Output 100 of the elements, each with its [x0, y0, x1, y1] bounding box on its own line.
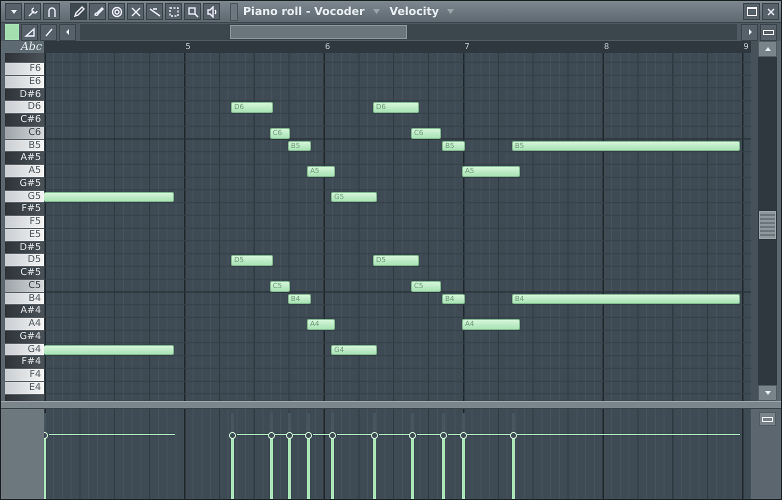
bar-number: 9 — [744, 41, 749, 52]
piano-key[interactable]: F4 — [5, 369, 44, 382]
circle-icon — [110, 6, 122, 18]
window-title[interactable]: Piano roll - Vocoder — [243, 5, 365, 18]
piano-key[interactable]: G4 — [5, 344, 44, 356]
speaker-icon — [206, 6, 218, 18]
piano-key[interactable]: A5 — [5, 165, 44, 178]
piano-key[interactable]: A#5 — [5, 152, 44, 165]
scrollbar-thumb[interactable] — [759, 211, 776, 239]
close-button[interactable] — [762, 3, 779, 20]
up-arrow-icon — [764, 46, 770, 52]
piano-key[interactable]: D#5 — [5, 242, 44, 254]
maximize-button[interactable] — [743, 3, 760, 20]
bar-number: 8 — [604, 41, 610, 52]
velocity-handle[interactable] — [460, 432, 467, 439]
horizontal-scrollbar[interactable] — [80, 24, 737, 40]
scroll-left-button[interactable] — [59, 24, 76, 40]
mute-icon — [130, 6, 142, 18]
triangle-button[interactable] — [21, 24, 38, 40]
pen-button[interactable] — [40, 24, 57, 40]
magnet-icon — [46, 6, 58, 18]
close-icon — [764, 6, 776, 18]
piano-key[interactable]: F#5 — [5, 203, 44, 216]
piano-key[interactable]: E6 — [5, 76, 44, 88]
bar-number: 6 — [325, 41, 330, 52]
brush-icon — [92, 6, 104, 18]
tool-button[interactable] — [165, 3, 182, 20]
piano-key[interactable]: D5 — [5, 254, 44, 267]
piano-key[interactable]: G#5 — [5, 178, 44, 190]
scroll-down-button[interactable] — [758, 385, 777, 401]
velocity-line — [448, 434, 462, 436]
panel-splitter[interactable] — [1, 401, 781, 409]
note[interactable] — [44, 192, 174, 202]
tool-button[interactable] — [89, 3, 106, 20]
piano-key[interactable]: C5 — [5, 280, 44, 292]
velocity-handle[interactable] — [440, 432, 448, 439]
velocity-line — [378, 434, 412, 436]
pencil-icon — [72, 6, 84, 18]
velocity-panel[interactable] — [44, 409, 751, 499]
piano-key[interactable]: G#4 — [5, 330, 44, 344]
bar-icon — [763, 30, 774, 34]
piano-key[interactable]: F6 — [5, 63, 44, 76]
bar-number: 5 — [186, 41, 191, 52]
piano-key[interactable]: E4 — [5, 382, 44, 394]
piano-key[interactable]: C#6 — [5, 114, 44, 127]
magnet-button[interactable] — [43, 3, 60, 20]
piano-key[interactable]: F5 — [5, 216, 44, 229]
zoom-button[interactable] — [758, 412, 776, 426]
tool-button[interactable] — [203, 3, 220, 20]
maximize-icon — [746, 7, 756, 16]
zoom-icon — [186, 6, 198, 18]
triangle-icon — [24, 26, 36, 38]
right-arrow-icon — [746, 29, 752, 35]
channel-color-swatch[interactable] — [5, 24, 19, 40]
piano-key[interactable]: C6 — [5, 126, 44, 140]
note[interactable] — [44, 344, 174, 356]
velocity-handle[interactable] — [229, 432, 236, 439]
left-arrow-icon — [64, 29, 70, 35]
velocity-handle[interactable] — [329, 432, 336, 439]
timeline-ruler[interactable]: 5 6 7 8 9 — [44, 41, 751, 53]
tool-button[interactable] — [70, 3, 87, 20]
tool-button[interactable] — [146, 3, 163, 20]
velocity-line — [416, 434, 443, 436]
velocity-handle[interactable] — [371, 432, 378, 439]
select-icon — [168, 6, 180, 18]
caret-icon — [10, 8, 16, 14]
tool-button[interactable] — [184, 3, 201, 20]
tool-button[interactable] — [127, 3, 144, 20]
wrench-icon — [26, 6, 38, 18]
wrench-button[interactable] — [24, 3, 41, 20]
velocity-handle[interactable] — [409, 432, 416, 439]
velocity-handle[interactable] — [268, 432, 275, 439]
piano-key[interactable]: D6 — [5, 101, 44, 114]
velocity-line — [236, 434, 270, 436]
piano-key[interactable]: A#4 — [5, 305, 44, 318]
bar-number: 7 — [464, 41, 470, 52]
piano-key[interactable]: B5 — [5, 140, 44, 152]
zoom-button[interactable] — [760, 24, 777, 40]
piano-key[interactable]: A4 — [5, 318, 44, 331]
line-icon — [42, 26, 54, 38]
scroll-right-button[interactable] — [741, 24, 758, 40]
piano-key[interactable]: F#4 — [5, 356, 44, 369]
piano-key[interactable]: C#5 — [5, 267, 44, 280]
piano-key[interactable]: G5 — [5, 190, 44, 204]
velocity-handle[interactable] — [305, 432, 312, 439]
piano-key[interactable]: D#6 — [5, 88, 44, 102]
drag-handle[interactable] — [230, 2, 238, 20]
velocity-handle[interactable] — [286, 432, 293, 439]
tool-button[interactable] — [108, 3, 125, 20]
piano-key[interactable]: E5 — [5, 228, 44, 242]
piano-keyboard[interactable]: F6 E6 D#6 D6 C#6 C6 B5 A#5 A5 G#5 G5 F#5 F5 E5 D#5 D5 C#5 C5 B4 A#4 A4 G#4 G4 F#4 F4 E4 — [5, 53, 44, 401]
note-label-toggle[interactable]: Abc — [1, 41, 44, 53]
velocity-handle[interactable] — [510, 432, 517, 439]
scroll-up-button[interactable] — [758, 41, 777, 57]
velocity-line — [467, 434, 512, 436]
down-arrow-icon — [764, 390, 770, 396]
target-dropdown[interactable]: Velocity — [390, 5, 439, 18]
scrollbar-thumb[interactable] — [230, 25, 407, 39]
menu-button[interactable] — [5, 3, 22, 20]
piano-key[interactable]: B4 — [5, 292, 44, 306]
